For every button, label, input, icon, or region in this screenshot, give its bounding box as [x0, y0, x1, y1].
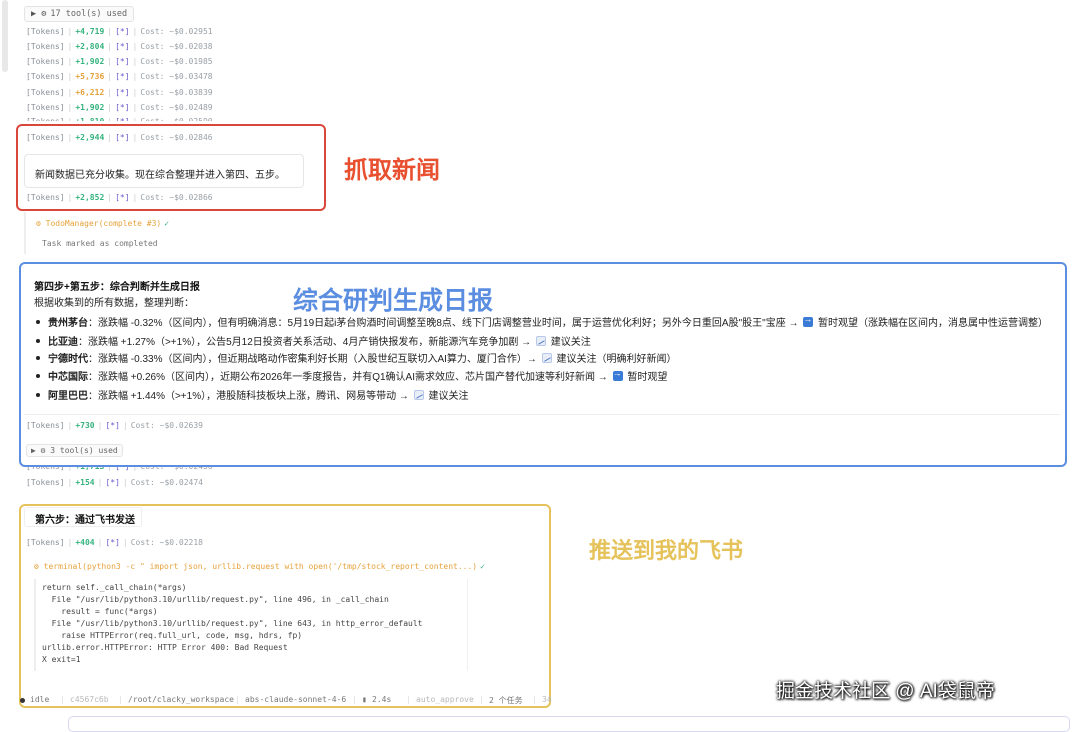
workspace-path: /root/clacky_workspace — [128, 695, 234, 704]
todo-tool-title: ⚙ TodoManager(complete #3) ✓ — [36, 219, 170, 228]
token-line: [Tokens] | +5,736 | [*] | Cost: ~$0.03478 — [26, 72, 213, 81]
todo-tool-call[interactable]: ⚙ TodoManager(complete #3) ✓ Task marked … — [24, 212, 170, 254]
token-line: [Tokens] | +2,804 | [*] | Cost: ~$0.02038 — [26, 42, 213, 51]
status-dot-icon — [20, 698, 25, 703]
token-line: [Tokens] | +1,902 | [*] | Cost: ~$0.02489 — [26, 103, 213, 112]
tools-summary-label: 17 tool(s) used — [50, 9, 128, 19]
token-line: [Tokens] | +154 | [*] | Cost: ~$0.02474 — [26, 478, 203, 487]
annotation-box-news — [16, 124, 326, 211]
tools-summary-toggle[interactable]: ▶ ⚙ 17 tool(s) used — [24, 6, 135, 22]
token-line: [Tokens] | +1,902 | [*] | Cost: ~$0.01985 — [26, 57, 213, 66]
message-count: 34 — [542, 695, 552, 704]
task-count: 2 个任务 — [489, 696, 523, 705]
token-line: [Tokens] | +6,212 | [*] | Cost: ~$0.03839 — [26, 88, 213, 97]
signal-icon: ▮ — [362, 695, 367, 704]
check-icon: ✓ — [164, 219, 170, 228]
annotation-box-feishu — [19, 504, 551, 708]
annotation-label-news: 抓取新闻 — [344, 157, 440, 184]
token-line: [Tokens] | +4,719 | [*] | Cost: ~$0.02951 — [26, 27, 213, 36]
expand-icon: ▶ ⚙ — [31, 9, 47, 19]
annotation-label-report: 综合研判生成日报 — [293, 287, 494, 315]
scrollbar[interactable] — [2, 0, 8, 72]
status-state: idle — [30, 695, 50, 704]
annotation-label-feishu: 推送到我的飞书 — [589, 538, 744, 563]
elapsed-time: 2.4s — [372, 695, 392, 704]
todo-tool-result: Task marked as completed — [42, 239, 158, 248]
approve-mode: auto_approve — [416, 695, 474, 704]
annotation-box-report — [19, 262, 1067, 467]
model-name: abs-claude-sonnet-4-6 — [245, 695, 347, 704]
watermark: 掘金技术社区 @ AI袋鼠帝 — [776, 681, 995, 702]
chat-input[interactable] — [68, 716, 1070, 732]
session-id: c4567c6b — [70, 695, 109, 704]
